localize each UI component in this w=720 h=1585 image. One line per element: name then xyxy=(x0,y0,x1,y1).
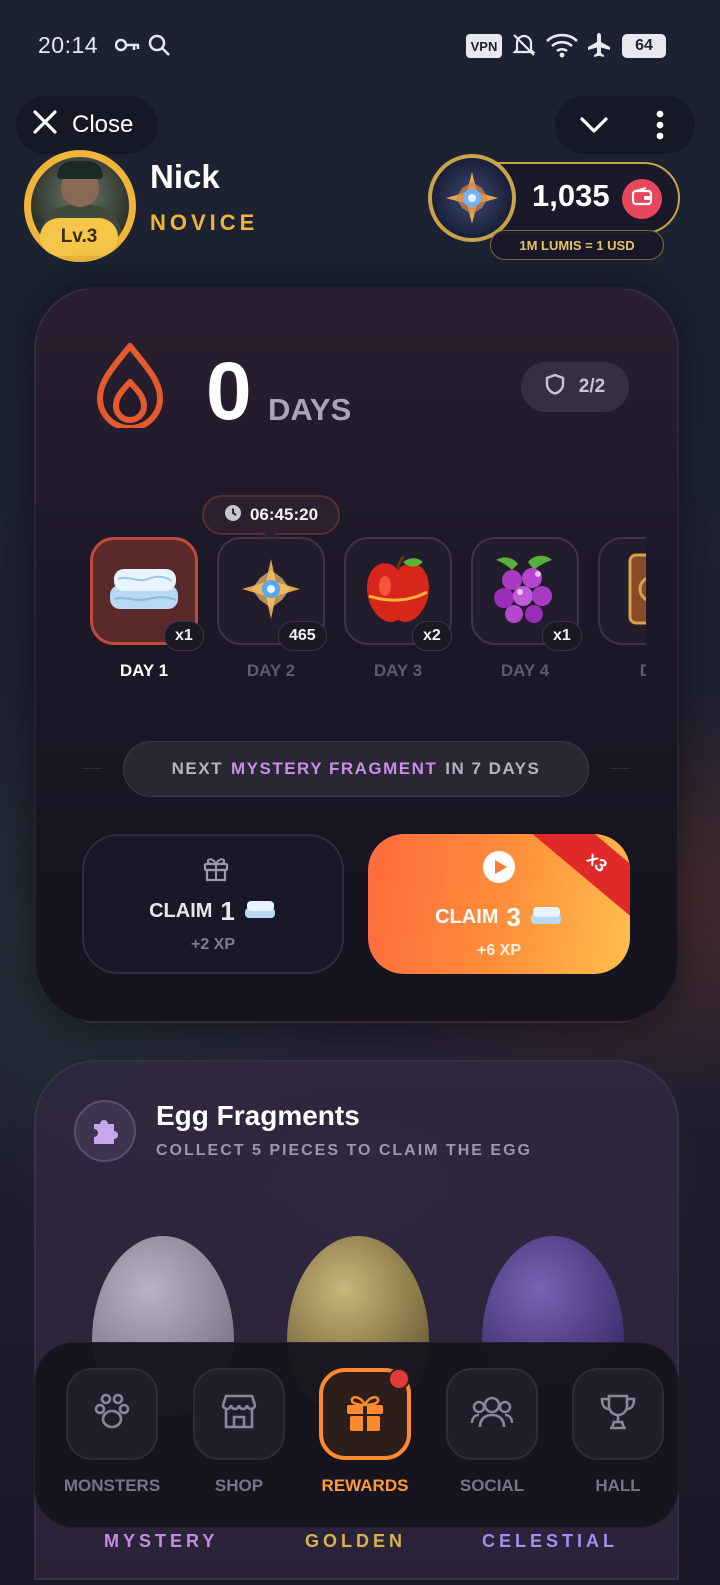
lumis-gem-icon xyxy=(238,556,304,627)
gift-icon xyxy=(202,854,230,887)
play-icon xyxy=(482,850,516,889)
bell-off-icon xyxy=(511,32,537,64)
day-3-count: x2 xyxy=(412,621,452,651)
day-4-count: x1 xyxy=(542,621,582,651)
window-menu xyxy=(555,96,695,154)
day-3-label: DAY 3 xyxy=(373,661,423,680)
wallet-icon xyxy=(631,186,653,212)
reward-timer: 06:45:20 xyxy=(202,495,340,535)
users-icon xyxy=(470,1393,514,1436)
user-name: Nick xyxy=(150,158,220,195)
streak-days-label: DAYS xyxy=(268,392,352,427)
shield-icon xyxy=(545,373,565,401)
day-4-label: DAY 4 xyxy=(500,661,550,680)
divider-right xyxy=(610,768,630,769)
timer-value: 06:45:20 xyxy=(249,505,319,524)
claim-label: CLAIM xyxy=(149,900,213,922)
claim-x3-xp: +6 XP xyxy=(476,942,522,959)
egg-name-golden: GOLDEN xyxy=(305,1531,407,1551)
claim-button[interactable]: CLAIM 1 +2 XP xyxy=(82,834,344,974)
close-button[interactable]: Close xyxy=(16,96,158,154)
key-icon xyxy=(114,36,141,60)
towel-icon xyxy=(243,898,277,926)
wifi-icon xyxy=(545,32,579,64)
card-icon xyxy=(622,549,646,634)
day-2-count: 465 xyxy=(278,621,327,651)
nav-shop-button[interactable] xyxy=(193,1368,285,1460)
day-tile-5[interactable] xyxy=(598,537,646,645)
close-icon xyxy=(32,109,58,141)
egg-name-celestial: CELESTIAL xyxy=(482,1531,619,1551)
vpn-icon: VPN xyxy=(466,34,502,58)
more-vertical-icon[interactable] xyxy=(655,110,665,145)
claim-amount: 1 xyxy=(220,896,235,926)
paw-icon xyxy=(91,1392,133,1437)
claim-x3-label: CLAIM xyxy=(435,906,499,928)
egg-fragments-title: Egg Fragments xyxy=(156,1100,360,1131)
day-5-label: DA xyxy=(639,661,646,680)
apple-icon xyxy=(363,552,433,631)
store-icon xyxy=(219,1393,259,1436)
towel-icon xyxy=(104,559,184,624)
claim-x3-button[interactable]: x3 CLAIM 3 +6 XP xyxy=(368,834,630,974)
day-1-label: DAY 1 xyxy=(119,661,169,680)
next-prefix: NEXT xyxy=(171,759,223,778)
nav-hall-label: HALL xyxy=(595,1476,641,1495)
chevron-down-icon[interactable] xyxy=(579,113,609,142)
status-time: 20:14 xyxy=(38,32,99,58)
nav-monsters-label: MONSTERS xyxy=(63,1476,161,1495)
nav-monsters-button[interactable] xyxy=(66,1368,158,1460)
egg-fragments-subtitle: COLLECT 5 PIECES TO CLAIM THE EGG xyxy=(156,1142,532,1159)
grapes-icon xyxy=(490,550,560,633)
nav-social-label: SOCIAL xyxy=(459,1476,525,1495)
nav-hall-button[interactable] xyxy=(572,1368,664,1460)
next-fragment-banner: NEXT MYSTERY FRAGMENT IN 7 DAYS xyxy=(123,741,589,797)
streak-days-count: 0 xyxy=(206,346,252,437)
flame-icon xyxy=(94,342,166,433)
next-highlight: MYSTERY FRAGMENT xyxy=(230,759,438,778)
day-2-label: DAY 2 xyxy=(246,661,296,680)
nav-rewards-label: REWARDS xyxy=(321,1476,409,1495)
user-rank: NOVICE xyxy=(150,210,259,235)
balance-value: 1,035 xyxy=(532,178,610,213)
gift-icon xyxy=(343,1391,387,1438)
rewards-notification-badge xyxy=(388,1368,410,1390)
wallet-button[interactable] xyxy=(622,179,662,219)
airplane-icon xyxy=(585,31,613,65)
towel-icon xyxy=(529,904,563,932)
puzzle-icon xyxy=(74,1100,136,1162)
close-label: Close xyxy=(72,111,134,138)
day-1-count: x1 xyxy=(164,621,204,651)
lumis-gem-icon xyxy=(428,154,516,242)
battery-icon: 64 xyxy=(622,34,666,58)
divider-left xyxy=(82,768,102,769)
streak-shields[interactable]: 2/2 xyxy=(521,362,629,412)
claim-x3-amount: 3 xyxy=(506,902,521,932)
shield-count: 2/2 xyxy=(578,376,606,397)
clock-icon xyxy=(224,504,242,527)
nav-shop-label: SHOP xyxy=(214,1476,264,1495)
next-suffix: IN 7 DAYS xyxy=(445,759,541,778)
status-bar: 20:14 VPN 64 xyxy=(0,0,720,92)
trophy-icon xyxy=(597,1392,639,1437)
nav-social-button[interactable] xyxy=(446,1368,538,1460)
exchange-rate: 1M LUMIS = 1 USD xyxy=(490,230,664,260)
claim-xp: +2 XP xyxy=(190,936,236,953)
level-badge: Lv.3 xyxy=(40,218,118,256)
egg-name-mystery: MYSTERY xyxy=(104,1531,219,1551)
search-icon xyxy=(147,33,171,63)
day-strip[interactable]: x1 DAY 1 465 DAY 2 x2 DAY 3 x1 DAY 4 D xyxy=(86,533,646,693)
